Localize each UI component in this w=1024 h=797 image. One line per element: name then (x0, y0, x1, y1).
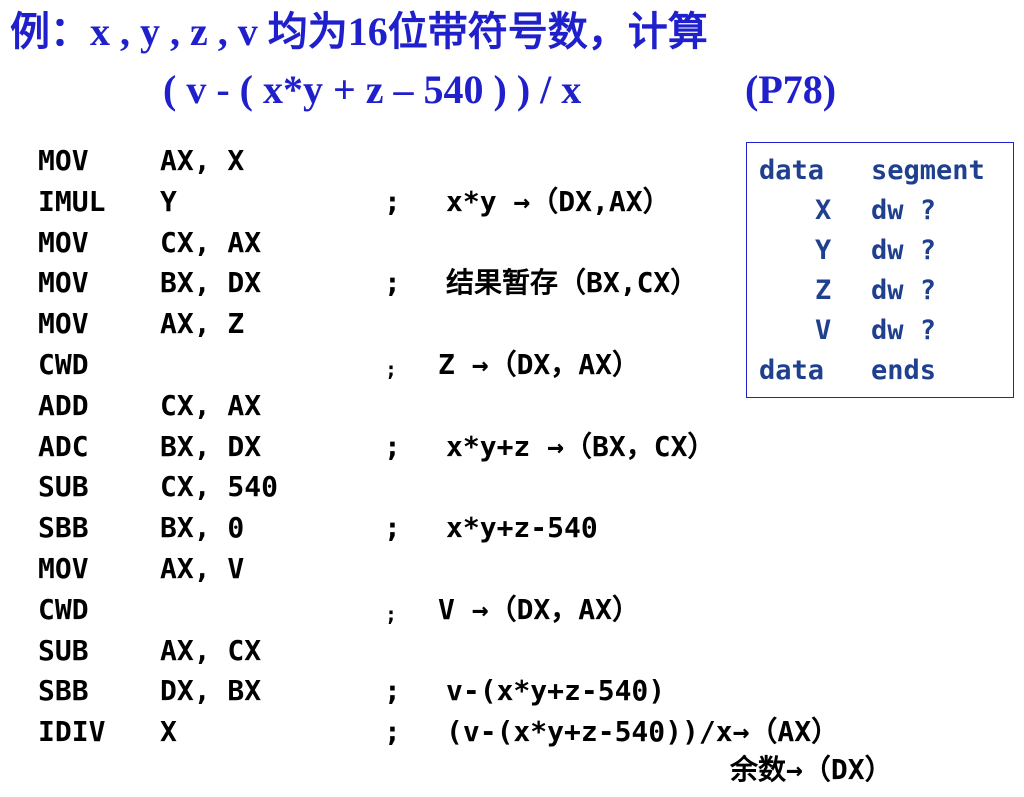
segment-directive: ends (871, 355, 937, 386)
instruction-args: Y (160, 184, 177, 218)
comment-marker: ; (384, 266, 401, 300)
instruction-op: IDIV (38, 715, 106, 749)
instruction-args: BX, 0 (160, 511, 245, 545)
instruction-op: MOV (38, 225, 89, 259)
instruction-comment: (v-(x*y+z-540))/x→（AX） (446, 715, 840, 749)
segment-keyword: data (759, 355, 825, 386)
variable-name: V (815, 315, 832, 346)
instruction-args: CX, AX (160, 388, 262, 422)
instruction-args: BX, DX (160, 429, 262, 463)
comment-marker: ; (384, 715, 401, 749)
variable-type: dw ? (871, 275, 937, 306)
instruction-args: AX, CX (160, 633, 262, 667)
instruction-op: MOV (38, 266, 89, 300)
instruction-comment: x*y →（DX,AX） (446, 184, 671, 218)
segment-directive: segment (871, 155, 985, 186)
variable-name: X (815, 195, 832, 226)
instruction-comment: x*y+z →（BX，CX） (446, 429, 716, 463)
data-segment-box: data segment X dw ? Y dw ? Z dw ? V dw ?… (746, 142, 1014, 398)
instruction-comment: x*y+z-540 (446, 511, 598, 545)
slide-title-line2: ( v - ( x*y + z – 540 ) ) / x (P78) (163, 66, 836, 114)
instruction-op: MOV (38, 307, 89, 341)
instruction-args: AX, Z (160, 307, 245, 341)
instruction-comment: Z →（DX，AX） (438, 347, 641, 381)
comment-marker: ; (385, 601, 398, 626)
page-reference: (P78) (745, 67, 837, 112)
remainder-note: 余数→（DX） (730, 753, 893, 786)
instruction-args: X (160, 715, 177, 749)
slide-title-line1: 例：x , y , z , v 均为16位带符号数，计算 (10, 9, 708, 54)
comment-marker: ; (384, 674, 401, 708)
instruction-op: MOV (38, 551, 89, 585)
comment-marker: ; (384, 184, 401, 218)
variable-type: dw ? (871, 315, 937, 346)
variable-name: Z (815, 275, 832, 306)
instruction-op: ADD (38, 388, 89, 422)
instruction-args: CX, 540 (160, 470, 279, 504)
instruction-args: AX, X (160, 144, 245, 177)
instruction-args: BX, DX (160, 266, 262, 300)
instruction-op: CWD (38, 592, 89, 626)
instruction-comment: 结果暂存（BX,CX） (446, 266, 699, 300)
comment-marker: ; (384, 511, 401, 545)
instruction-op: SUB (38, 470, 89, 504)
variable-type: dw ? (871, 235, 937, 266)
instruction-args: CX, AX (160, 225, 262, 259)
instruction-args: AX, V (160, 551, 245, 585)
variable-name: Y (815, 235, 832, 266)
comment-marker: ; (384, 429, 401, 463)
instruction-op: SBB (38, 511, 89, 545)
instruction-comment: V →（DX，AX） (438, 592, 641, 626)
instruction-args: DX, BX (160, 674, 262, 708)
instruction-op: IMUL (38, 184, 106, 218)
segment-keyword: data (759, 155, 825, 186)
comment-marker: ; (385, 356, 398, 381)
instruction-op: SUB (38, 633, 89, 667)
formula: ( v - ( x*y + z – 540 ) ) / x (163, 67, 582, 112)
instruction-op: ADC (38, 429, 89, 463)
instruction-op: MOV (38, 144, 89, 177)
variable-type: dw ? (871, 195, 937, 226)
instruction-comment: v-(x*y+z-540) (446, 674, 666, 708)
instruction-op: SBB (38, 674, 89, 708)
instruction-op: CWD (38, 347, 89, 381)
